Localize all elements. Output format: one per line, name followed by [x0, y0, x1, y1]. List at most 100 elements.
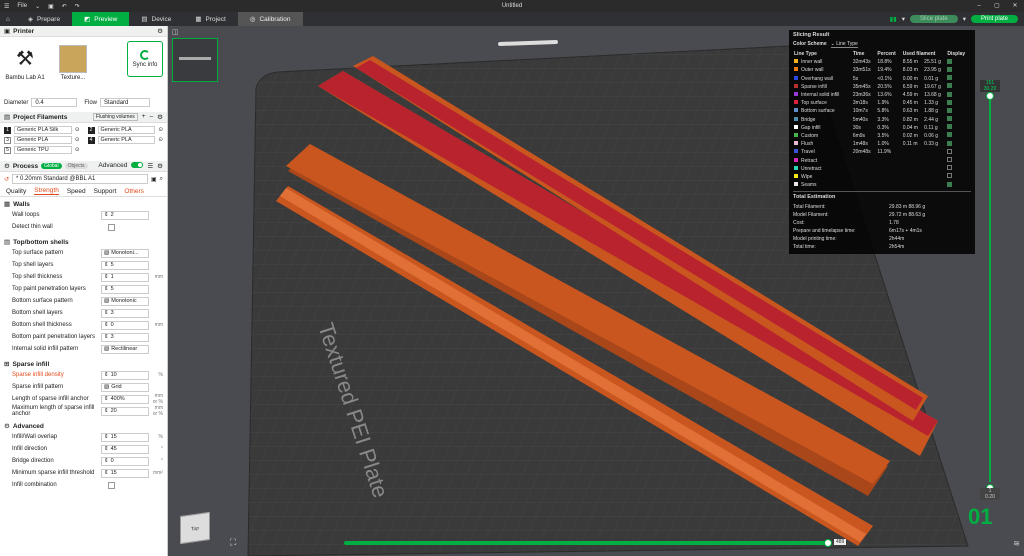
display-checkbox[interactable] — [947, 83, 953, 89]
flow-select[interactable]: Standard — [100, 98, 151, 107]
option-input[interactable]: ⇕ 5 — [101, 260, 149, 270]
option-input[interactable]: ⇕ 10 — [101, 370, 149, 380]
option-input[interactable]: ⇕ 400% — [101, 394, 149, 404]
display-checkbox[interactable] — [947, 66, 953, 72]
filament-item-3[interactable]: 3 Generic PLA ⊙ — [4, 136, 80, 144]
filament-item-2[interactable]: 2 Generic PLA ⊙ — [87, 126, 163, 134]
option-input[interactable]: ⇕ 5 — [101, 284, 149, 294]
plate-thumbnail[interactable] — [172, 38, 218, 82]
gear-icon[interactable]: ⚙ — [157, 113, 163, 121]
display-checkbox[interactable] — [947, 173, 953, 179]
objects-toggle[interactable]: Objects — [64, 163, 88, 169]
remove-icon[interactable]: – — [150, 113, 154, 121]
move-slider[interactable]: 489 — [344, 538, 847, 548]
top-handle[interactable] — [986, 92, 994, 100]
sync-info-button[interactable]: Sync info — [127, 41, 163, 77]
add-icon[interactable]: + — [142, 113, 146, 121]
edit-icon[interactable]: ⊙ — [158, 127, 163, 133]
option-input[interactable]: ▧ Monotoni... — [101, 248, 149, 258]
filament-item-4[interactable]: 4 Generic PLA ⊙ — [87, 136, 163, 144]
display-checkbox[interactable] — [947, 157, 953, 163]
3d-viewport[interactable]: Textured PEI Plate ◫ Slicing Result Colo… — [168, 26, 1024, 556]
export-icon[interactable]: ▮▮ — [890, 15, 897, 23]
option-input[interactable]: ⇕ 45 — [101, 444, 149, 454]
slice-plate-button[interactable]: Slice plate — [910, 15, 958, 23]
option-input[interactable]: ⇕ 3 — [101, 332, 149, 342]
option-input[interactable]: ⇕ 0 — [101, 456, 149, 466]
edit-icon[interactable]: ⊙ — [75, 127, 80, 133]
print-plate-button[interactable]: Print plate — [970, 15, 1018, 23]
layers-icon[interactable]: ≋ — [1013, 539, 1020, 548]
option-input[interactable]: ⇕ 0 — [101, 320, 149, 330]
option-input[interactable]: ⇕ 1 — [101, 272, 149, 282]
option-input[interactable]: ⇕ 15 — [101, 468, 149, 478]
search-icon[interactable]: ⌕ — [160, 176, 163, 183]
tab-calibration[interactable]: ◎ Calibration — [237, 12, 303, 26]
option-input[interactable]: ▧ Rectilinear — [101, 344, 149, 354]
tab-strength[interactable]: Strength — [34, 187, 59, 195]
filament-item-5[interactable]: 5 Generic TPU ⊙ — [4, 146, 80, 154]
option-input[interactable]: ⇕ 20 — [101, 406, 149, 416]
undo-icon[interactable]: ↶ — [58, 3, 71, 10]
option-input[interactable]: ⇕ 3 — [101, 308, 149, 318]
hamburger-icon[interactable]: ☰ — [0, 3, 13, 10]
detect-thin-wall-checkbox[interactable] — [108, 223, 115, 231]
display-checkbox[interactable] — [947, 107, 953, 113]
save-icon[interactable]: ▣ — [44, 3, 58, 10]
display-checkbox[interactable] — [947, 124, 953, 130]
filament-item-1[interactable]: 1 Generic PLA Silk ⊙ — [4, 126, 80, 134]
tab-quality[interactable]: Quality — [6, 188, 26, 195]
wall-loops-input[interactable]: ⇕ 2 — [101, 210, 149, 220]
chevron-down-icon[interactable]: ⌄ — [31, 3, 44, 10]
plate-list-icon[interactable]: ◫ — [172, 28, 179, 36]
plate-card[interactable]: Texture... — [52, 41, 94, 81]
tab-preview[interactable]: ◩ Preview — [72, 12, 130, 26]
display-checkbox[interactable] — [947, 58, 953, 64]
display-checkbox[interactable] — [947, 91, 953, 97]
option-input[interactable]: ▧ Grid — [101, 382, 149, 392]
tab-project[interactable]: ▦ Project — [183, 12, 237, 26]
gear-icon[interactable]: ⚙ — [157, 27, 163, 35]
home-icon[interactable]: ⌂ — [0, 12, 16, 26]
move-handle[interactable] — [824, 539, 832, 547]
layer-slider[interactable]: 151 30.20 1 0.20 01 — [968, 80, 1000, 556]
display-checkbox[interactable] — [947, 165, 953, 171]
list-icon[interactable]: ☰ — [147, 162, 153, 170]
tab-prepare[interactable]: ◈ Prepare — [16, 12, 72, 26]
option-input[interactable]: ▧ Monotonic — [101, 296, 149, 306]
redo-icon[interactable]: ↷ — [71, 3, 84, 10]
diameter-select[interactable]: 0.4 — [31, 98, 78, 107]
printer-card[interactable]: ⚒ Bambu Lab A1 — [4, 41, 46, 81]
display-checkbox[interactable] — [947, 132, 953, 138]
global-toggle[interactable]: Global — [41, 163, 62, 169]
infill-combination-checkbox[interactable] — [108, 481, 115, 489]
save-icon[interactable]: ▣ — [151, 176, 157, 183]
display-checkbox[interactable] — [947, 140, 953, 146]
maximize-icon[interactable]: ▢ — [988, 0, 1006, 12]
display-checkbox[interactable] — [947, 75, 953, 81]
print-dropdown-icon[interactable]: ▾ — [963, 15, 966, 23]
display-checkbox[interactable] — [947, 116, 953, 122]
reset-icon[interactable]: ↺ — [4, 176, 9, 183]
slice-dropdown-icon[interactable]: ▾ — [902, 15, 905, 23]
option-input[interactable]: ⇕ 15 — [101, 432, 149, 442]
close-icon[interactable]: ✕ — [1006, 0, 1024, 12]
minimize-icon[interactable]: – — [970, 0, 988, 12]
display-checkbox[interactable] — [947, 148, 953, 154]
zoom-fit-icon[interactable]: ⛶ — [230, 537, 236, 548]
tab-device[interactable]: ▤ Device — [129, 12, 183, 26]
process-preset-select[interactable]: * 0.20mm Standard @BBL A1 — [12, 174, 148, 184]
edit-icon[interactable]: ⊙ — [75, 137, 80, 143]
tab-support[interactable]: Support — [94, 188, 117, 195]
tab-speed[interactable]: Speed — [67, 188, 86, 195]
flushing-volumes-button[interactable]: Flushing volumes — [92, 113, 138, 121]
advanced-toggle[interactable] — [131, 162, 144, 168]
display-checkbox[interactable] — [947, 99, 953, 105]
gear-icon[interactable]: ⚙ — [157, 162, 163, 170]
stepper-icon[interactable]: ⇕ — [104, 212, 109, 218]
view-cube[interactable]: Top — [180, 511, 210, 545]
edit-icon[interactable]: ⊙ — [75, 147, 80, 153]
tab-others[interactable]: Others — [124, 188, 144, 195]
file-menu[interactable]: File — [13, 3, 31, 9]
color-scheme-select[interactable]: ⌄ Line Type — [830, 41, 858, 48]
